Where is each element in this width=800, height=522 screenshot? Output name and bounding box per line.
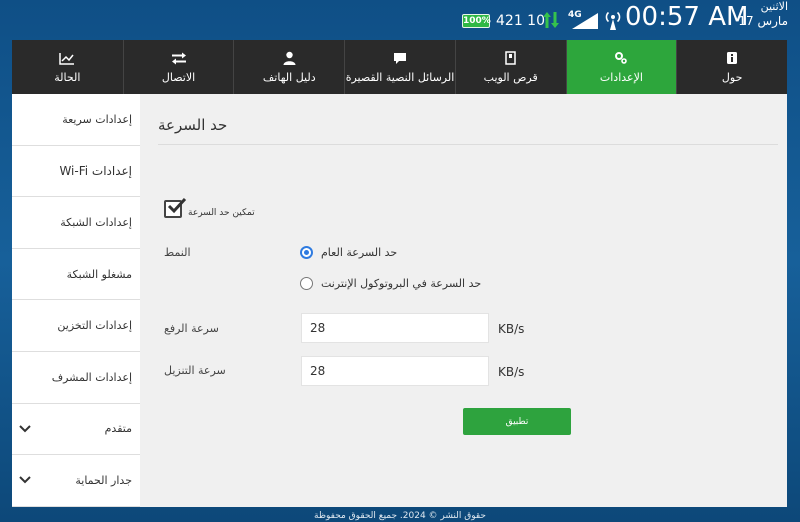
top-nav: حول الإعدادات قرص الويب الرسائل النصية ا… [12, 40, 787, 94]
footer-copyright: حقوق النشر © 2024. جميع الحقوق محفوظة [314, 511, 486, 521]
title-divider [158, 144, 778, 145]
sidebar-item-label: متقدم [104, 422, 132, 436]
mode-option-global[interactable]: حد السرعة العام [300, 246, 397, 259]
date: مارس 17 [738, 14, 788, 28]
radio-global[interactable] [300, 246, 313, 259]
sidebar-item-firewall[interactable]: جدار الحماية [12, 455, 140, 507]
sidebar-item-label: إعدادات سريعة [62, 112, 132, 126]
traffic-counter: 421 10 [496, 13, 545, 29]
signal-strength: 4G [568, 10, 600, 30]
app-window: حول الإعدادات قرص الويب الرسائل النصية ا… [12, 40, 787, 507]
antenna-icon [605, 11, 621, 30]
chevron-down-icon [19, 476, 31, 484]
mode-option-protocol[interactable]: حد السرعة في البروتوكول الإنترنت [300, 277, 481, 290]
sidebar-item-admin-settings[interactable]: إعدادات المشرف [12, 352, 140, 404]
checkmark-icon [167, 198, 187, 214]
sidebar-item-network-operators[interactable]: مشغلو الشبكة [12, 249, 140, 301]
upload-unit: KB/s [498, 322, 525, 336]
speed-limit-panel: حد السرعة تمكين حد السرعة النمط حد السرع… [140, 94, 787, 507]
tab-label: حول [721, 71, 743, 84]
upload-speed-label: سرعة الرفع [164, 322, 219, 335]
tab-settings[interactable]: الإعدادات [565, 40, 677, 94]
radio-protocol-label: حد السرعة في البروتوكول الإنترنت [321, 277, 482, 290]
tab-sms[interactable]: الرسائل النصية القصيرة [344, 40, 455, 94]
swap-arrows-icon [170, 50, 188, 66]
enable-speed-limit-label: تمكين حد السرعة [188, 208, 255, 218]
sidebar-item-label: إعدادات Wi-Fi [59, 163, 132, 178]
sidebar-item-label: جدار الحماية [75, 473, 132, 487]
mode-label: النمط [164, 246, 191, 259]
sidebar-item-network-settings[interactable]: إعدادات الشبكة [12, 197, 140, 249]
tab-label: الحالة [54, 71, 81, 84]
radio-global-label: حد السرعة العام [321, 246, 398, 259]
info-doc-icon [723, 50, 741, 66]
sidebar-item-quick-settings[interactable]: إعدادات سريعة [12, 94, 140, 146]
tab-phonebook[interactable]: دليل الهاتف [233, 40, 344, 94]
chat-bubble-icon [391, 50, 409, 66]
tab-label: دليل الهاتف [262, 71, 316, 84]
tab-label: الإعدادات [599, 71, 643, 84]
enable-speed-limit-checkbox[interactable] [164, 198, 187, 218]
radio-protocol[interactable] [300, 277, 313, 290]
sidebar-item-label: إعدادات المشرف [51, 370, 132, 384]
date-display: الاثنين مارس 17 [728, 0, 788, 28]
status-bar: 100% 421 10 4G 00:57 AM الاثنين مارس 17 [0, 0, 800, 40]
sidebar: إعدادات سريعة إعدادات Wi-Fi إعدادات الشب… [12, 94, 140, 507]
tab-status[interactable]: الحالة [12, 40, 123, 94]
weekday: الاثنين [760, 0, 788, 13]
tab-label: الرسائل النصية القصيرة [345, 71, 455, 84]
signal-bars-icon [572, 13, 598, 29]
sidebar-item-storage-settings[interactable]: إعدادات التخزين [12, 300, 140, 352]
download-unit: KB/s [498, 365, 525, 379]
chart-line-icon [58, 50, 76, 66]
sd-card-icon [502, 50, 520, 66]
sidebar-item-label: إعدادات التخزين [57, 319, 132, 333]
chevron-down-icon [19, 425, 31, 433]
download-speed-label: سرعة التنزيل [164, 364, 226, 377]
apply-button[interactable]: تطبيق [463, 408, 571, 435]
page-title: حد السرعة [158, 116, 228, 134]
tab-connection[interactable]: الاتصال [122, 40, 234, 94]
gears-icon [612, 50, 630, 66]
sidebar-item-advanced[interactable]: متقدم [12, 404, 140, 456]
tab-label: الاتصال [161, 71, 196, 84]
person-icon [280, 50, 298, 66]
updown-arrows-icon [543, 12, 559, 28]
tab-label: قرص الويب [483, 71, 538, 84]
upload-speed-input[interactable] [301, 313, 489, 343]
tab-about[interactable]: حول [676, 40, 787, 94]
download-speed-input[interactable] [301, 356, 489, 386]
sidebar-item-wifi-settings[interactable]: إعدادات Wi-Fi [12, 146, 140, 198]
tab-web-disk[interactable]: قرص الويب [454, 40, 566, 94]
sidebar-item-label: إعدادات الشبكة [60, 215, 132, 229]
enable-speed-limit-row: تمكين حد السرعة [164, 198, 255, 218]
battery-indicator: 100% [462, 14, 491, 28]
sidebar-item-label: مشغلو الشبكة [66, 267, 132, 281]
